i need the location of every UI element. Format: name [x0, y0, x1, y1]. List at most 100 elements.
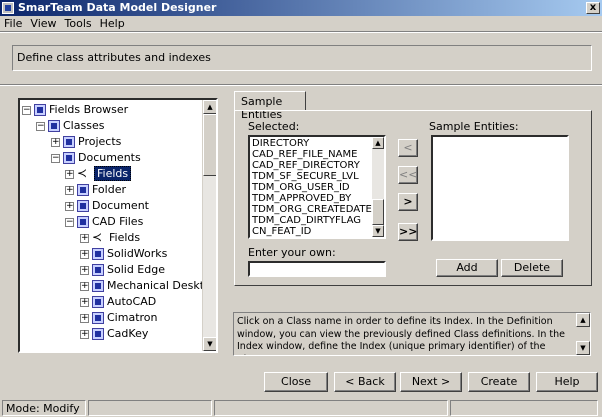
tree-item-solidworks[interactable]: + SolidWorks — [80, 246, 167, 262]
delete-button[interactable]: Delete — [501, 259, 563, 277]
tree-item-classes[interactable]: − Classes — [36, 118, 104, 134]
close-window-button[interactable]: x — [586, 2, 600, 14]
fields-tree[interactable]: − Fields Browser − Classes + Projects − Docu… — [18, 98, 218, 353]
menu-tools[interactable]: Tools — [61, 16, 96, 31]
expand-icon[interactable]: + — [80, 265, 89, 275]
expand-icon[interactable]: + — [65, 185, 74, 195]
tree-item-fields-browser[interactable]: − Fields Browser — [22, 102, 128, 118]
add-button[interactable]: Add — [436, 259, 498, 277]
tab-sample-entities[interactable]: Sample Entities — [234, 91, 306, 121]
tree-item-label: Projects — [78, 135, 122, 148]
help-button[interactable]: Help — [536, 372, 598, 392]
sample-entities-listbox[interactable] — [431, 135, 569, 241]
remove-all-button[interactable]: << — [398, 166, 418, 184]
fields-browser-icon — [34, 104, 46, 116]
list-item[interactable]: TDM_ORG_USER_ID — [250, 182, 384, 193]
collapse-icon[interactable]: − — [51, 153, 60, 163]
back-button[interactable]: < Back — [334, 372, 396, 392]
tree-item-label: SolidWorks — [107, 247, 168, 260]
tree-item-label: Fields — [109, 231, 141, 244]
list-item[interactable]: TDM_APPROVED_BY — [250, 193, 384, 204]
tree-item-cadkey[interactable]: + CadKey — [80, 326, 148, 342]
add-one-button[interactable]: > — [398, 193, 418, 211]
selected-listbox[interactable]: DIRECTORY CAD_REF_FILE_NAME CAD_REF_DIRE… — [248, 135, 386, 239]
tree-item-label: Folder — [92, 183, 126, 196]
class-icon — [92, 280, 104, 292]
create-button[interactable]: Create — [468, 372, 530, 392]
expand-icon[interactable]: + — [65, 169, 74, 179]
tree-item-label: AutoCAD — [107, 295, 157, 308]
add-all-button[interactable]: >> — [398, 223, 418, 241]
list-item[interactable]: CN_FEAT_ID — [250, 226, 384, 237]
collapse-icon[interactable]: − — [65, 217, 74, 227]
list-item[interactable]: TDM_ORG_CREATEDATE — [250, 204, 384, 215]
status-cell-4 — [450, 400, 598, 416]
tree-item-documents[interactable]: − Documents — [51, 150, 141, 166]
header-separator — [0, 84, 602, 86]
scroll-up-icon[interactable]: ▲ — [576, 313, 590, 327]
tree-item-label: Classes — [63, 119, 105, 132]
expand-icon[interactable]: + — [80, 233, 89, 243]
title-bar[interactable]: SmarTeam Data Model Designer x — [0, 0, 602, 16]
info-scrollbar[interactable]: ▲ ▼ — [576, 313, 590, 355]
list-item[interactable]: DIRECTORY — [250, 138, 384, 149]
tree-item-label: CadKey — [107, 327, 149, 340]
list-item[interactable]: CAD_REF_DIRECTORY — [250, 160, 384, 171]
tree-item-label: Fields Browser — [49, 103, 129, 116]
close-button[interactable]: Close — [264, 372, 328, 392]
selected-scrollbar[interactable]: ▲ ▼ — [372, 137, 384, 237]
main-window: SmarTeam Data Model Designer x File View… — [0, 0, 602, 417]
menu-help[interactable]: Help — [96, 16, 129, 31]
tree-item-label: CAD Files — [92, 215, 144, 228]
collapse-icon[interactable]: − — [22, 105, 31, 115]
tree-item-cad-files[interactable]: − CAD Files — [65, 214, 143, 230]
enter-own-label: Enter your own: — [248, 246, 336, 259]
tree-item-autocad[interactable]: + AutoCAD — [80, 294, 156, 310]
next-button[interactable]: Next > — [400, 372, 462, 392]
tree-item-solid-edge[interactable]: + Solid Edge — [80, 262, 165, 278]
tree-item-cad-fields[interactable]: + Fields — [80, 230, 140, 246]
list-item[interactable]: CAD_REF_FILE_NAME — [250, 149, 384, 160]
info-text: Click on a Class name in order to define… — [237, 316, 565, 355]
collapse-icon[interactable]: − — [36, 121, 45, 131]
scroll-thumb[interactable] — [372, 199, 384, 225]
scroll-up-icon[interactable]: ▲ — [203, 100, 216, 114]
expand-icon[interactable]: + — [80, 297, 89, 307]
scroll-down-icon[interactable]: ▼ — [203, 337, 216, 351]
tree-item-documents-fields[interactable]: + Fields — [65, 166, 132, 182]
class-icon — [92, 296, 104, 308]
list-item[interactable]: TDM_CAD_DIRTYFLAG — [250, 215, 384, 226]
tree-item-folder[interactable]: + Folder — [65, 182, 126, 198]
tree-item-projects[interactable]: + Projects — [51, 134, 121, 150]
tree-item-cimatron[interactable]: + Cimatron — [80, 310, 158, 326]
class-icon — [92, 328, 104, 340]
menu-bar: File View Tools Help — [0, 16, 602, 31]
scroll-down-icon[interactable]: ▼ — [372, 225, 384, 237]
fields-icon — [77, 166, 91, 181]
tree-item-label: Document — [92, 199, 149, 212]
expand-icon[interactable]: + — [80, 281, 89, 291]
tree-item-label: Solid Edge — [107, 263, 165, 276]
expand-icon[interactable]: + — [80, 249, 89, 259]
expand-icon[interactable]: + — [65, 201, 74, 211]
status-cell-2 — [88, 400, 212, 416]
class-icon — [63, 136, 75, 148]
status-cell-3 — [214, 400, 448, 416]
scroll-thumb[interactable] — [203, 114, 216, 176]
menu-file[interactable]: File — [0, 16, 26, 31]
tree-item-document[interactable]: + Document — [65, 198, 149, 214]
class-icon — [92, 312, 104, 324]
enter-own-input[interactable] — [248, 261, 386, 277]
tree-scrollbar[interactable]: ▲ ▼ — [202, 100, 216, 351]
scroll-up-icon[interactable]: ▲ — [372, 137, 384, 149]
expand-icon[interactable]: + — [51, 137, 60, 147]
list-item[interactable]: TDM_SF_SECURE_LVL — [250, 171, 384, 182]
app-icon — [2, 2, 14, 14]
remove-one-button[interactable]: < — [398, 139, 418, 157]
expand-icon[interactable]: + — [80, 329, 89, 339]
scroll-down-icon[interactable]: ▼ — [576, 341, 590, 355]
tree-item-mechanical-desktop[interactable]: + Mechanical Desktop — [80, 278, 216, 294]
menu-view[interactable]: View — [26, 16, 60, 31]
tab-panel: Selected: DIRECTORY CAD_REF_FILE_NAME CA… — [234, 110, 592, 286]
expand-icon[interactable]: + — [80, 313, 89, 323]
